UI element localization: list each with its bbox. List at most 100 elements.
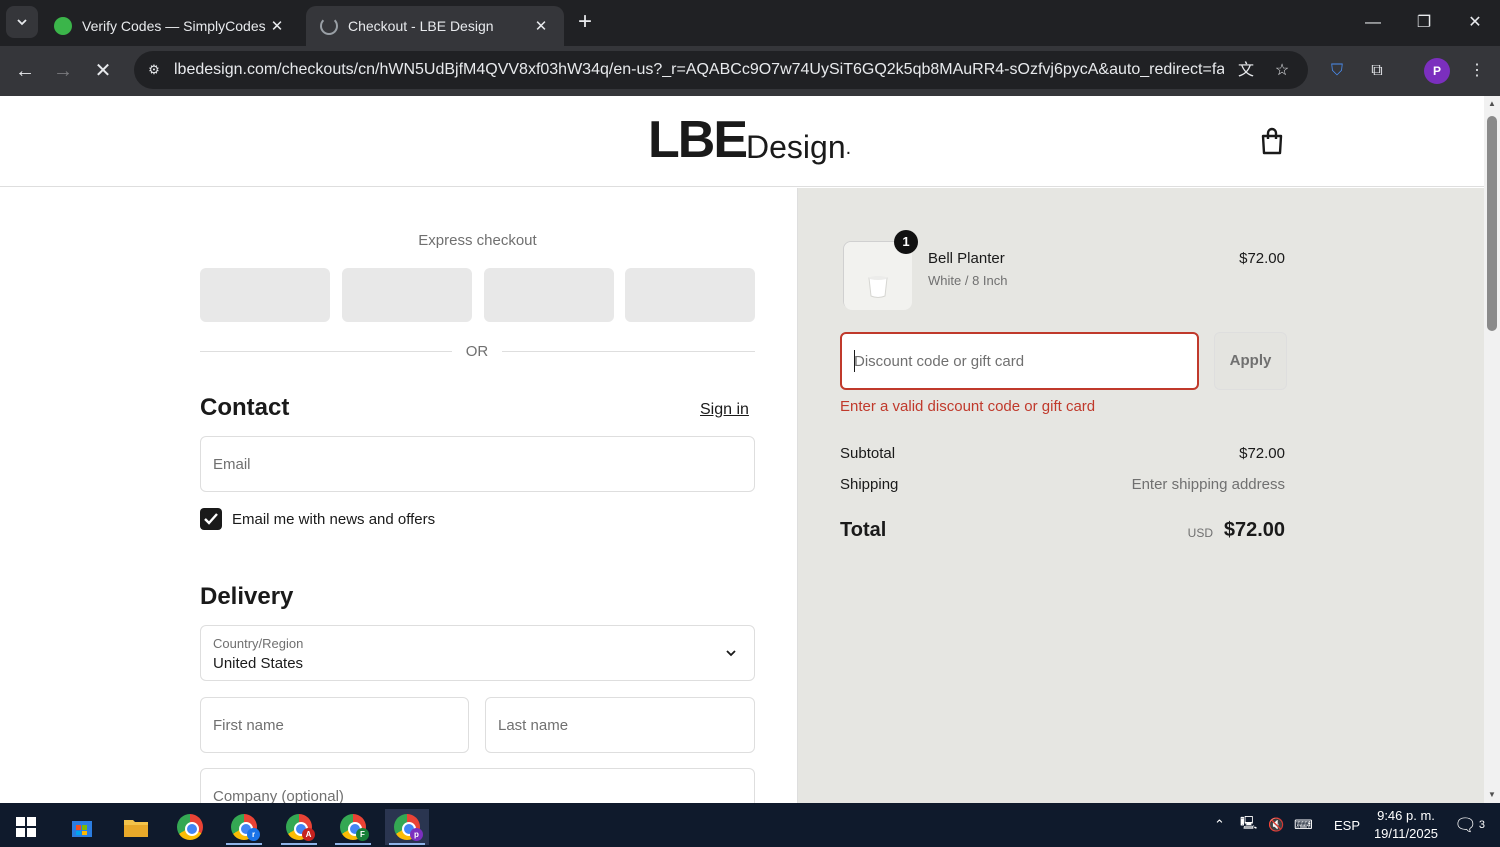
scroll-up-icon[interactable]: ▲ [1484, 96, 1500, 112]
shipping-value: Enter shipping address [1131, 476, 1285, 493]
discount-code-input[interactable]: Discount code or gift card [840, 332, 1199, 390]
volume-muted-icon[interactable]: 🔇 [1268, 803, 1284, 847]
divider [502, 351, 755, 352]
or-separator: OR [465, 343, 489, 360]
scrollbar-thumb[interactable] [1487, 116, 1497, 331]
windows-taskbar: r A F p ⌃ 🖳 🔇 ⌨ ESP 9:46 p. m. 19/11/202… [0, 803, 1500, 847]
clock-date: 19/11/2025 [1373, 826, 1439, 841]
close-window-button[interactable]: ✕ [1450, 8, 1500, 38]
divider [200, 351, 452, 352]
profile-badge: r [247, 828, 260, 841]
kebab-menu-icon[interactable]: ⋮ [1464, 58, 1490, 84]
windows-logo-icon [16, 817, 36, 837]
site-info-icon[interactable]: ⚙ [142, 58, 166, 82]
system-clock[interactable]: 9:46 p. m. 19/11/2025 [1366, 807, 1446, 843]
store-icon [72, 821, 92, 837]
file-explorer-icon [124, 820, 148, 837]
url-text[interactable]: lbedesign.com/checkouts/cn/hWN5UdBjfM4QV… [174, 61, 1224, 79]
store-header: LBE Design . [0, 96, 1484, 187]
scroll-down-icon[interactable]: ▼ [1484, 787, 1500, 803]
email-placeholder: Email [213, 456, 251, 473]
running-indicator [389, 843, 425, 845]
company-field[interactable]: Company (optional) [200, 768, 755, 803]
chrome-icon [177, 814, 203, 840]
forward-button[interactable]: → [48, 56, 78, 86]
email-field[interactable]: Email [200, 436, 755, 492]
newsletter-label[interactable]: Email me with news and offers [232, 511, 435, 528]
chrome-profile-f-app[interactable]: F [331, 809, 375, 845]
extensions-puzzle-icon[interactable]: ⧉ [1364, 58, 1390, 84]
checkout-page: LBE Design . Express checkout OR Contact… [0, 96, 1484, 803]
country-label: Country/Region [213, 636, 304, 651]
simplycodes-favicon-icon [54, 17, 72, 35]
language-indicator[interactable]: ESP [1334, 803, 1360, 847]
total-value: $72.00 [1223, 519, 1285, 541]
browser-toolbar: ← → ✕ ⚙ lbedesign.com/checkouts/cn/hWN5U… [0, 46, 1500, 96]
express-pay-button-2[interactable] [342, 268, 472, 322]
profile-avatar[interactable]: P [1424, 58, 1450, 84]
total-currency: USD [1187, 526, 1213, 540]
express-pay-button-1[interactable] [200, 268, 330, 322]
shopping-bag-icon[interactable] [1258, 126, 1286, 156]
start-button[interactable] [4, 809, 48, 845]
order-summary: 1 Bell Planter White / 8 Inch $72.00 Dis… [797, 188, 1484, 803]
new-tab-button[interactable]: + [572, 10, 598, 36]
logo-light-text: Design [746, 129, 846, 165]
checkout-form: Express checkout OR Contact Sign in Emai… [0, 188, 797, 803]
product-variant: White / 8 Inch [928, 273, 1008, 288]
company-placeholder: Company (optional) [213, 788, 344, 803]
show-hidden-icons-button[interactable]: ⌃ [1214, 803, 1225, 847]
country-select[interactable]: Country/Region United States [200, 625, 755, 681]
clock-time: 9:46 p. m. [1377, 808, 1435, 823]
extension-shield-icon[interactable]: ⛉ [1324, 58, 1350, 84]
close-icon[interactable]: ✕ [532, 17, 550, 35]
product-name: Bell Planter [928, 250, 1005, 267]
first-name-placeholder: First name [213, 717, 284, 734]
translate-icon[interactable]: 文 [1234, 59, 1258, 83]
profile-badge: F [356, 828, 369, 841]
chrome-profile-a-app[interactable]: A [277, 809, 321, 845]
page-scrollbar[interactable]: ▲ ▼ [1484, 96, 1500, 803]
tab-checkout[interactable]: Checkout - LBE Design ✕ [306, 6, 564, 46]
subtotal-label: Subtotal [840, 445, 896, 462]
express-pay-button-4[interactable] [625, 268, 755, 322]
chrome-app[interactable] [168, 809, 212, 845]
tab-title: Verify Codes — SimplyCodes [82, 18, 266, 34]
total-label: Total [840, 519, 887, 541]
discount-placeholder: Discount code or gift card [854, 353, 1025, 370]
file-explorer-app[interactable] [114, 809, 158, 845]
store-logo[interactable]: LBE Design . [648, 114, 851, 166]
browser-tab-strip: Verify Codes — SimplyCodes ✕ Checkout - … [0, 0, 1500, 46]
close-icon[interactable]: ✕ [268, 17, 286, 35]
shipping-label: Shipping [840, 476, 899, 493]
first-name-field[interactable]: First name [200, 697, 469, 753]
checkmark-icon [204, 513, 218, 525]
chrome-profile-p-app[interactable]: p [385, 809, 429, 845]
last-name-field[interactable]: Last name [485, 697, 755, 753]
express-checkout-title: Express checkout [418, 232, 537, 249]
last-name-placeholder: Last name [498, 717, 569, 734]
express-pay-button-3[interactable] [484, 268, 614, 322]
bookmark-star-icon[interactable]: ☆ [1270, 59, 1294, 83]
chevron-down-icon [17, 19, 27, 26]
logo-dot: . [845, 137, 852, 159]
tab-simplycodes[interactable]: Verify Codes — SimplyCodes ✕ [40, 6, 300, 46]
chrome-profile-r-app[interactable]: r [222, 809, 266, 845]
sign-in-link[interactable]: Sign in [700, 401, 749, 419]
tab-search-dropdown[interactable] [6, 6, 38, 38]
running-indicator [226, 843, 262, 845]
notification-center-button[interactable]: 🗨 3 [1454, 803, 1485, 847]
tab-title: Checkout - LBE Design [348, 18, 494, 34]
apply-discount-button[interactable]: Apply [1214, 332, 1287, 390]
running-indicator [335, 843, 371, 845]
profile-badge: p [410, 828, 423, 841]
minimize-button[interactable]: — [1348, 8, 1398, 38]
store-app[interactable] [60, 809, 104, 845]
restore-button[interactable]: ❐ [1399, 8, 1449, 38]
back-button[interactable]: ← [10, 56, 40, 86]
stop-loading-button[interactable]: ✕ [88, 56, 118, 86]
newsletter-checkbox[interactable] [200, 508, 222, 530]
keyboard-icon[interactable]: ⌨ [1294, 803, 1313, 847]
address-bar[interactable]: ⚙ lbedesign.com/checkouts/cn/hWN5UdBjfM4… [134, 51, 1308, 89]
network-icon[interactable]: 🖳 [1240, 803, 1257, 847]
